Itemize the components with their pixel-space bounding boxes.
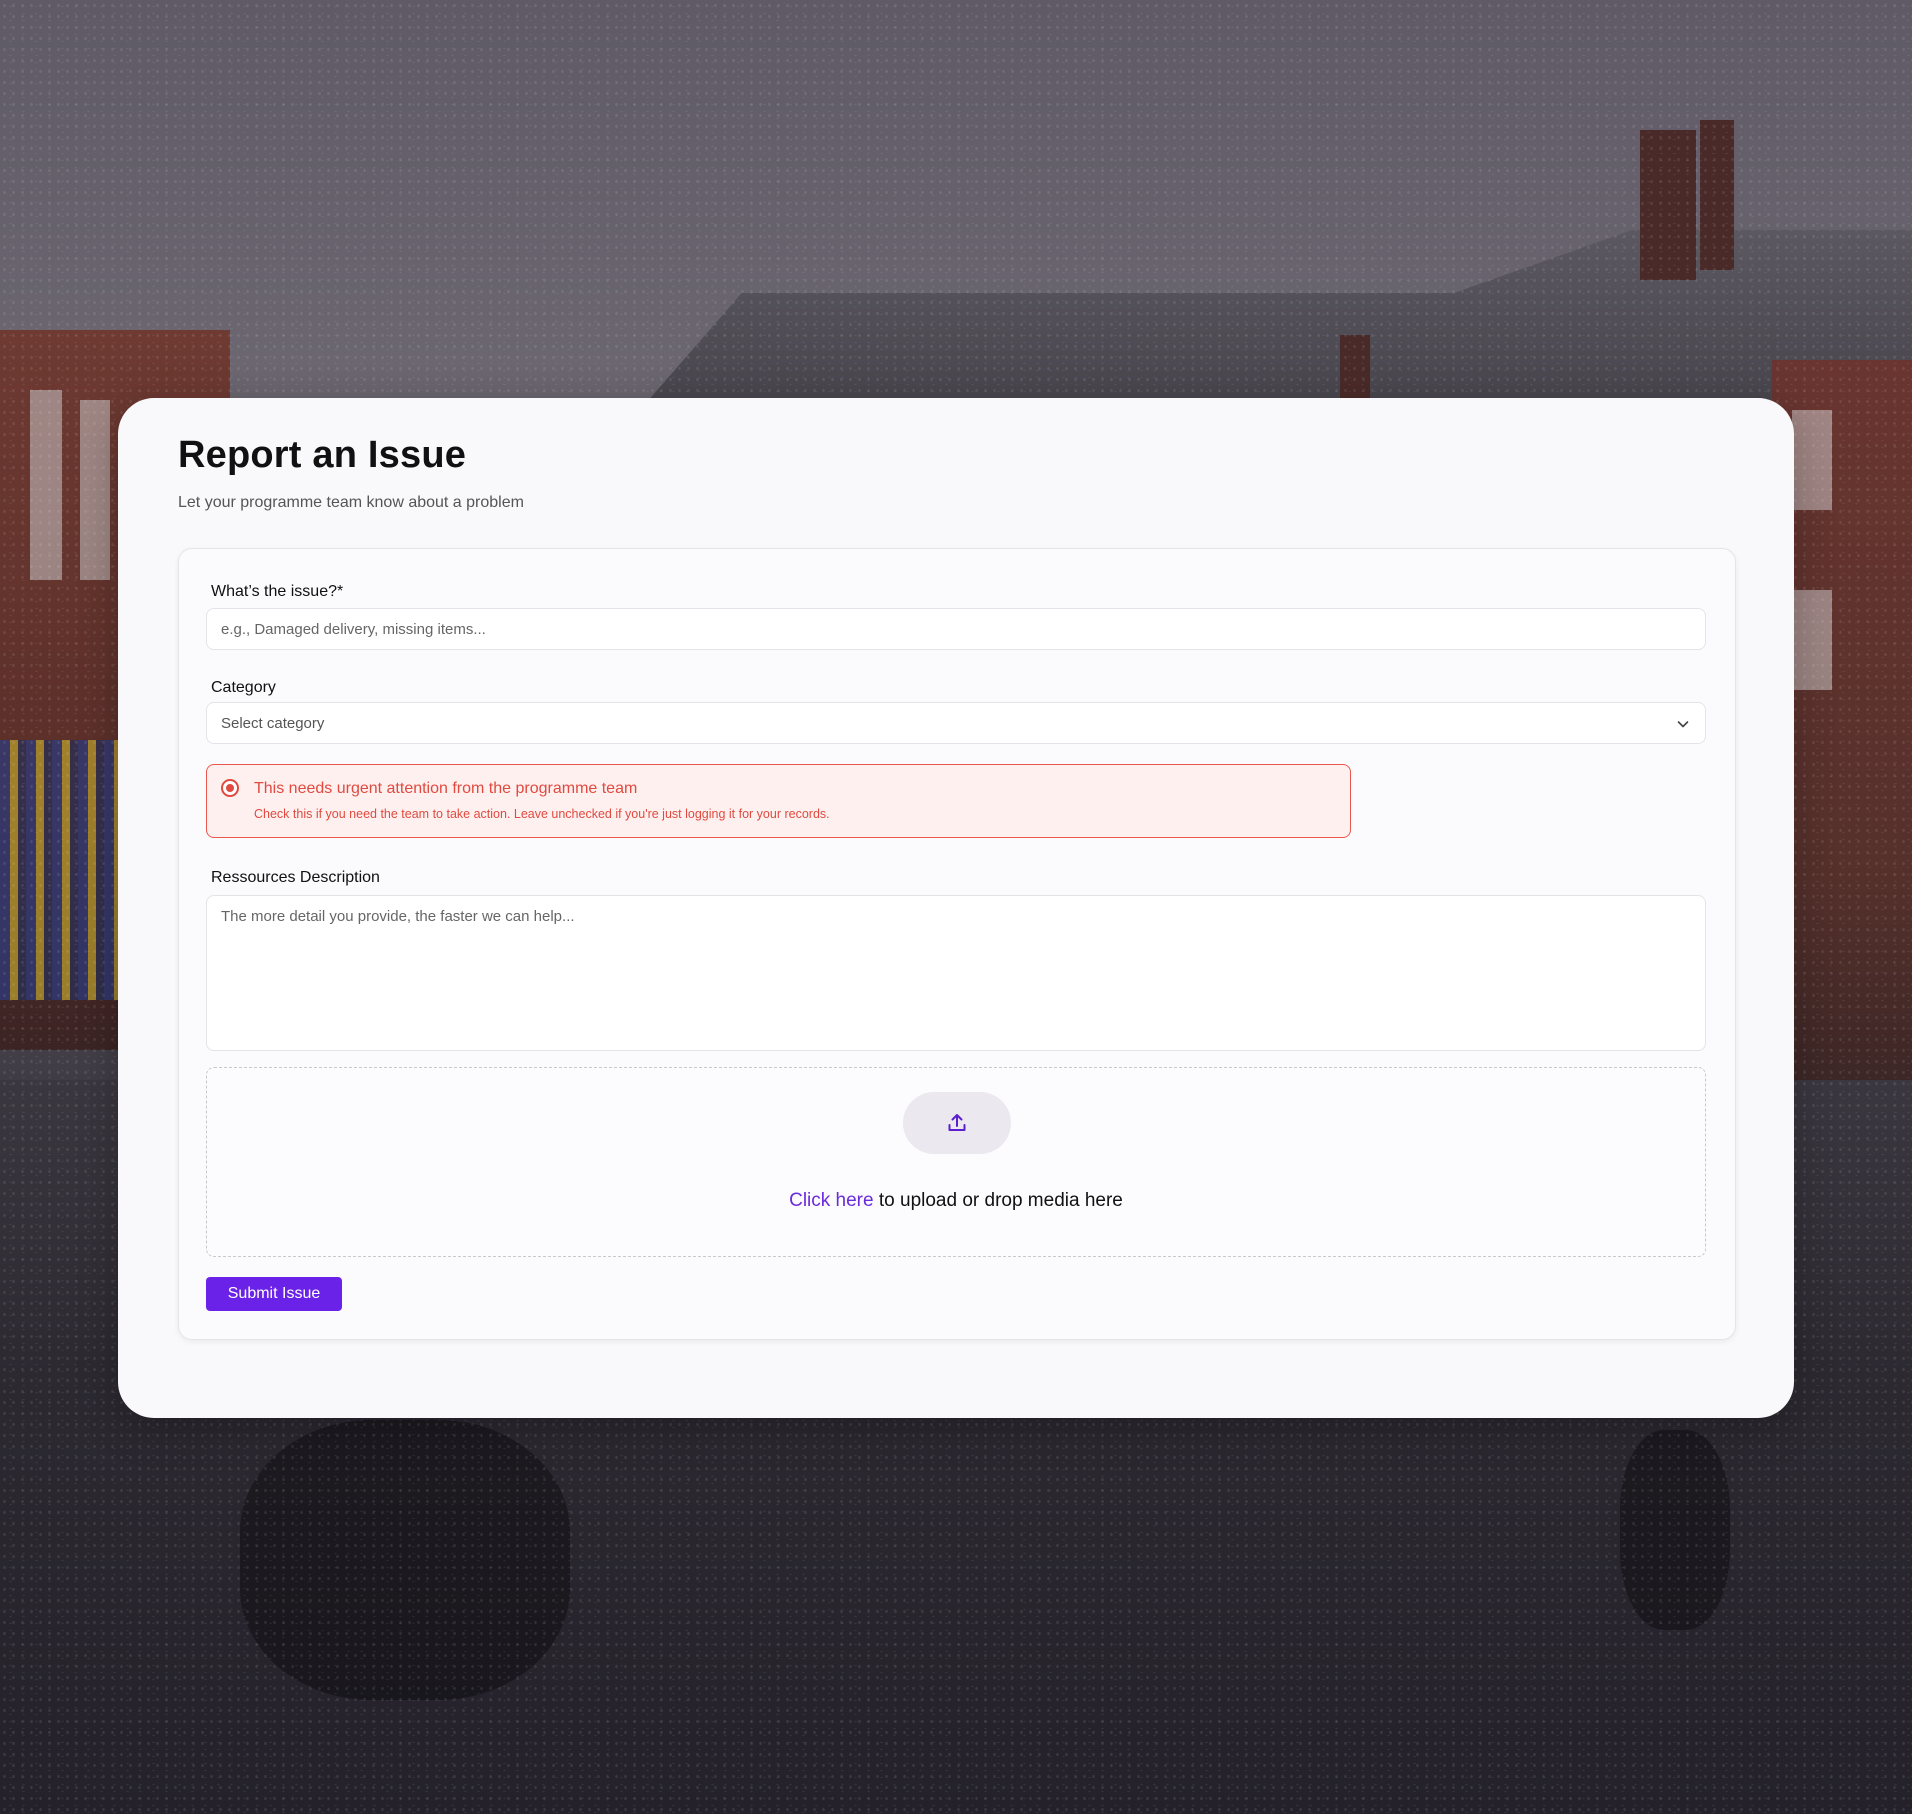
page-title: Report an Issue	[178, 434, 467, 476]
urgent-help-text: Check this if you need the team to take …	[254, 807, 830, 821]
issue-input[interactable]	[206, 608, 1706, 650]
urgent-title: This needs urgent attention from the pro…	[254, 780, 638, 797]
upload-icon	[948, 1114, 966, 1131]
submit-issue-button[interactable]: Submit Issue	[206, 1277, 342, 1311]
dropzone-instruction: to upload or drop media here	[873, 1190, 1123, 1211]
upload-link[interactable]: Click here	[789, 1190, 873, 1211]
category-select[interactable]: Select category	[206, 702, 1706, 744]
issue-form-card: What’s the issue?* Category Select categ…	[178, 548, 1736, 1340]
category-label: Category	[211, 679, 276, 696]
upload-button[interactable]	[903, 1092, 1011, 1154]
dropzone-text: Click here to upload or drop media here	[207, 1190, 1705, 1212]
description-label: Ressources Description	[211, 869, 380, 886]
report-issue-modal: Report an Issue Let your programme team …	[118, 398, 1794, 1418]
category-selected-value: Select category	[221, 714, 325, 732]
description-textarea[interactable]	[206, 895, 1706, 1051]
urgent-radio[interactable]	[221, 779, 239, 797]
urgent-attention-option[interactable]: This needs urgent attention from the pro…	[206, 764, 1351, 838]
chevron-down-icon	[1677, 721, 1689, 728]
issue-label: What’s the issue?*	[211, 583, 344, 600]
page-subtitle: Let your programme team know about a pro…	[178, 494, 524, 511]
media-dropzone[interactable]: Click here to upload or drop media here	[206, 1067, 1706, 1257]
